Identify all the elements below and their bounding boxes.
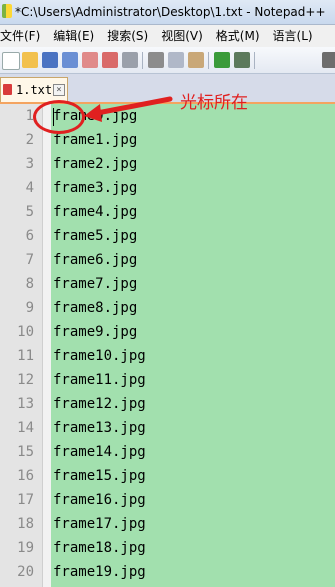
line-text[interactable]: frame3.jpg xyxy=(53,176,137,200)
line-number: 17 xyxy=(17,492,34,508)
open-file-icon[interactable] xyxy=(22,52,38,68)
menu-format[interactable]: 格式(M) xyxy=(216,25,265,47)
unsaved-file-icon xyxy=(3,84,12,95)
window-title: *C:\Users\Administrator\Desktop\1.txt - … xyxy=(15,5,326,19)
editor-line[interactable]: 16 frame15.jpg xyxy=(0,464,335,488)
editor-line[interactable]: 7 frame6.jpg xyxy=(0,248,335,272)
line-number: 15 xyxy=(17,444,34,460)
line-text[interactable]: frame5.jpg xyxy=(53,224,137,248)
line-text[interactable]: frame8.jpg xyxy=(53,296,137,320)
line-text[interactable]: frame13.jpg xyxy=(53,416,146,440)
line-number: 10 xyxy=(17,324,34,340)
editor-line[interactable]: 14 frame13.jpg xyxy=(0,416,335,440)
line-text[interactable]: frame12.jpg xyxy=(53,392,146,416)
line-number: 7 xyxy=(25,252,34,268)
tab-label: 1.txt xyxy=(16,83,53,97)
line-number: 2 xyxy=(25,132,34,148)
line-text[interactable]: frame19.jpg xyxy=(53,560,146,584)
title-bar: *C:\Users\Administrator\Desktop\1.txt - … xyxy=(0,0,335,25)
editor-line[interactable]: 17 frame16.jpg xyxy=(0,488,335,512)
editor-line[interactable]: 15 frame14.jpg xyxy=(0,440,335,464)
notepad-plus-plus-icon xyxy=(2,4,12,18)
find-icon[interactable] xyxy=(322,52,335,68)
editor-line[interactable]: 5 frame4.jpg xyxy=(0,200,335,224)
menu-file[interactable]: 文件(F) xyxy=(0,25,45,47)
editor-line[interactable]: 4 frame3.jpg xyxy=(0,176,335,200)
save-icon[interactable] xyxy=(42,52,58,68)
line-number: 19 xyxy=(17,540,34,556)
line-number: 1 xyxy=(25,108,34,124)
cut-icon[interactable] xyxy=(148,52,164,68)
line-number: 18 xyxy=(17,516,34,532)
editor-line[interactable]: 6 frame5.jpg xyxy=(0,224,335,248)
line-text[interactable]: frame6.jpg xyxy=(53,248,137,272)
toolbar-separator xyxy=(208,52,209,69)
editor-line[interactable]: 10 frame9.jpg xyxy=(0,320,335,344)
line-text[interactable]: frame2.jpg xyxy=(53,152,137,176)
toolbar-separator xyxy=(254,52,255,69)
menu-bar: 文件(F) 编辑(E) 搜索(S) 视图(V) 格式(M) 语言(L) xyxy=(0,25,335,47)
line-number: 4 xyxy=(25,180,34,196)
redo-icon[interactable] xyxy=(234,52,250,68)
line-number: 13 xyxy=(17,396,34,412)
undo-icon[interactable] xyxy=(214,52,230,68)
line-number: 14 xyxy=(17,420,34,436)
toolbar xyxy=(0,47,335,74)
line-text[interactable]: frame9.jpg xyxy=(53,320,137,344)
menu-view[interactable]: 视图(V) xyxy=(161,25,208,47)
close-icon[interactable] xyxy=(82,52,98,68)
close-all-icon[interactable] xyxy=(102,52,118,68)
editor-line[interactable]: 20 frame19.jpg xyxy=(0,560,335,584)
line-number: 9 xyxy=(25,300,34,316)
line-text[interactable]: frame16.jpg xyxy=(53,488,146,512)
line-text[interactable]: frame11.jpg xyxy=(53,368,146,392)
menu-language[interactable]: 语言(L) xyxy=(273,25,318,47)
annotation-label: 光标所在 xyxy=(180,93,248,113)
line-text[interactable]: frame7.jpg xyxy=(53,272,137,296)
menu-search[interactable]: 搜索(S) xyxy=(107,25,153,47)
save-all-icon[interactable] xyxy=(62,52,78,68)
tab-1-txt[interactable]: 1.txt × xyxy=(0,77,68,102)
editor-area[interactable]: 1 frame0.jpg 2 frame1.jpg 3 frame2.jpg 4 frame3… xyxy=(0,104,335,587)
editor-line[interactable]: 3 frame2.jpg xyxy=(0,152,335,176)
tab-bar: 1.txt × xyxy=(0,74,335,104)
editor-line[interactable]: 13 frame12.jpg xyxy=(0,392,335,416)
new-file-icon[interactable] xyxy=(2,52,20,70)
editor-line[interactable]: 19 frame18.jpg xyxy=(0,536,335,560)
line-number: 6 xyxy=(25,228,34,244)
editor-line[interactable]: 8 frame7.jpg xyxy=(0,272,335,296)
editor-line[interactable]: 9 frame8.jpg xyxy=(0,296,335,320)
annotation-circle xyxy=(33,100,85,134)
line-text[interactable]: frame17.jpg xyxy=(53,512,146,536)
print-icon[interactable] xyxy=(122,52,138,68)
line-number: 11 xyxy=(17,348,34,364)
menu-edit[interactable]: 编辑(E) xyxy=(53,25,99,47)
line-text[interactable]: frame15.jpg xyxy=(53,464,146,488)
paste-icon[interactable] xyxy=(188,52,204,68)
line-text[interactable]: frame14.jpg xyxy=(53,440,146,464)
line-number: 8 xyxy=(25,276,34,292)
line-number: 16 xyxy=(17,468,34,484)
line-number: 20 xyxy=(17,564,34,580)
line-number: 12 xyxy=(17,372,34,388)
line-text[interactable]: frame18.jpg xyxy=(53,536,146,560)
line-text[interactable]: frame4.jpg xyxy=(53,200,137,224)
copy-icon[interactable] xyxy=(168,52,184,68)
line-text[interactable]: frame10.jpg xyxy=(53,344,146,368)
tab-close-icon[interactable]: × xyxy=(53,84,65,96)
editor-line[interactable]: 18 frame17.jpg xyxy=(0,512,335,536)
toolbar-separator xyxy=(142,52,143,69)
line-number: 3 xyxy=(25,156,34,172)
editor-line[interactable]: 12 frame11.jpg xyxy=(0,368,335,392)
editor-line[interactable]: 11 frame10.jpg xyxy=(0,344,335,368)
line-number: 5 xyxy=(25,204,34,220)
